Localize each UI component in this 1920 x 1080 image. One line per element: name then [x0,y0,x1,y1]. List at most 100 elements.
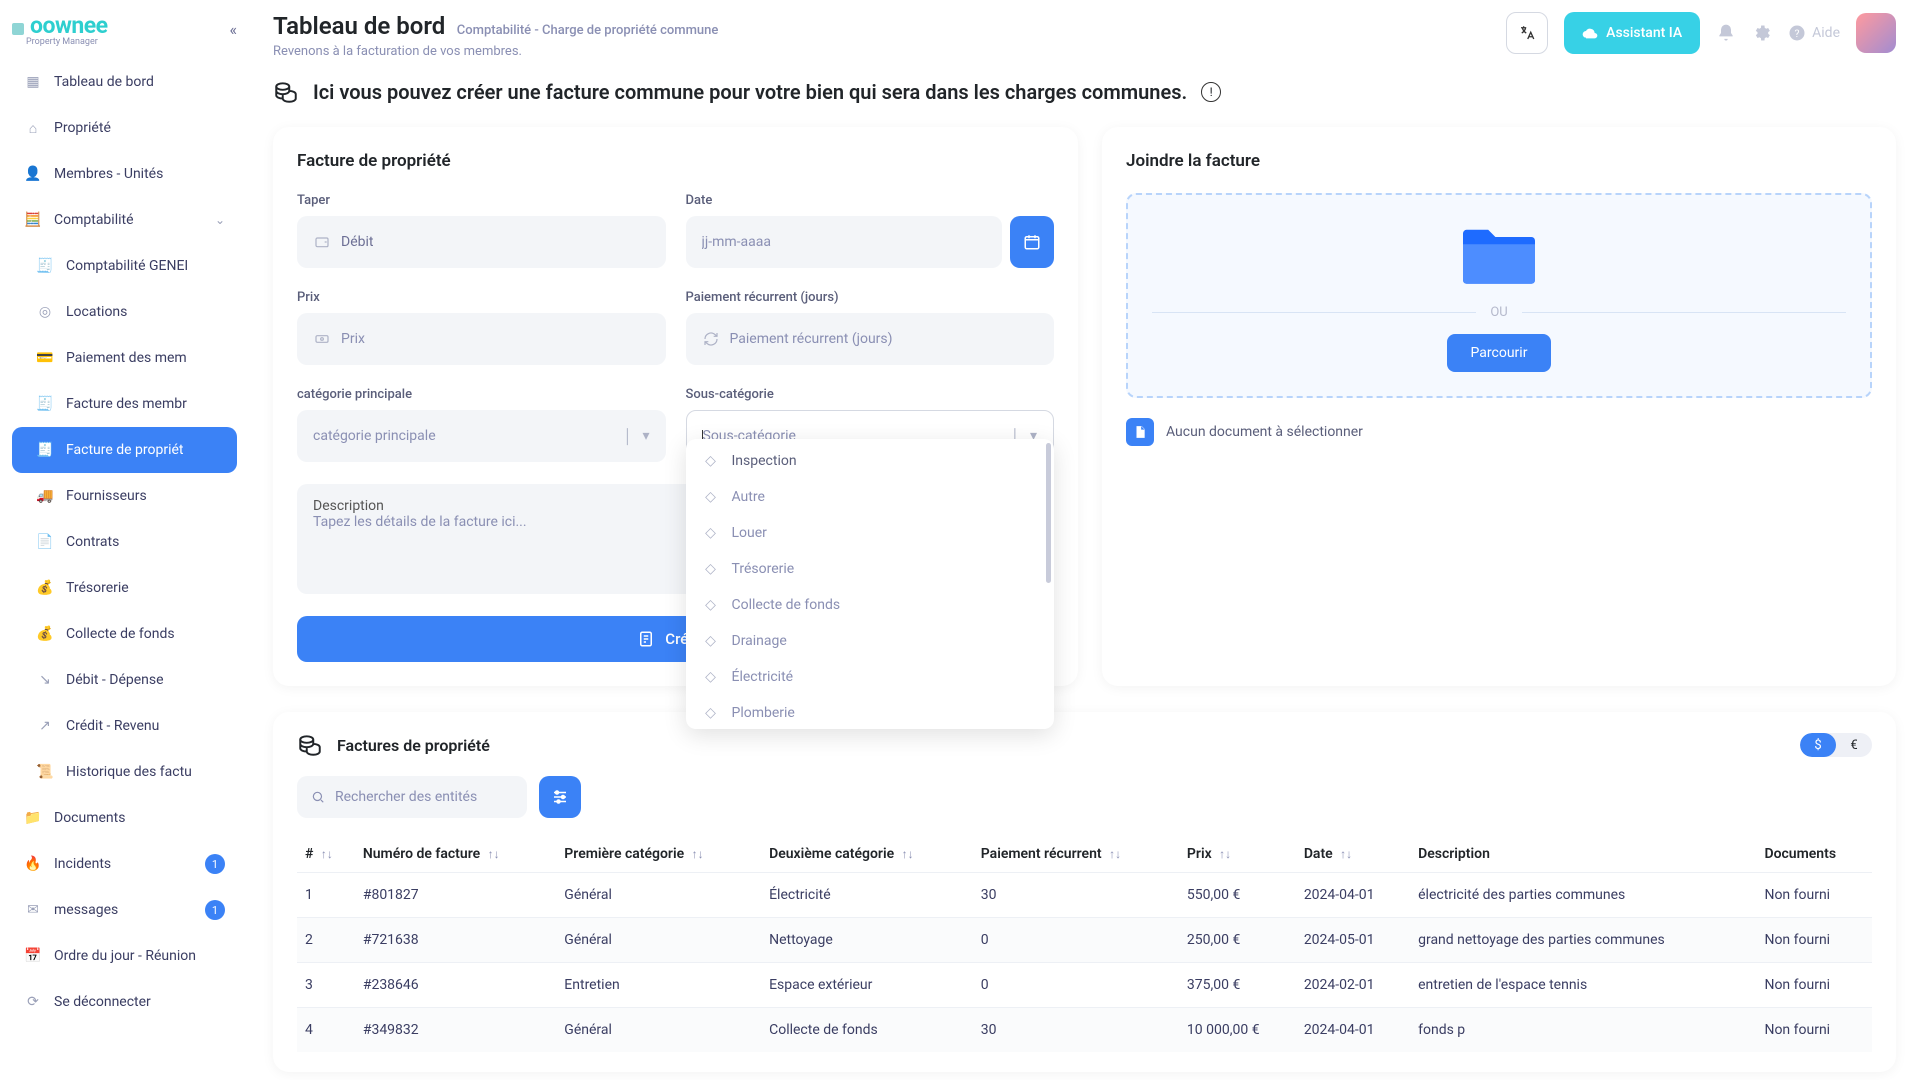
sidebar-item-membres-unit-s[interactable]: 👤Membres - Unités [12,151,237,197]
wallet-icon [313,234,331,250]
table-row[interactable]: 3#238646EntretienEspace extérieur0375,00… [297,963,1872,1008]
table-row[interactable]: 1#801827GénéralÉlectricité30550,00 €2024… [297,873,1872,918]
recurring-input[interactable] [686,313,1055,365]
sidebar-item-fournisseurs[interactable]: 🚚Fournisseurs [12,473,237,519]
type-label: Taper [297,193,666,208]
calendar-icon [1023,233,1041,251]
nav-icon: ↗ [36,717,54,735]
sidebar-item-locations[interactable]: ◎Locations [12,289,237,335]
sidebar-item-label: Trésorerie [66,580,225,596]
sidebar-item-label: Contrats [66,534,225,550]
nav-icon: ⟳ [24,993,42,1011]
column-header[interactable]: Première catégorie ↑↓ [556,836,761,873]
assistant-ai-button[interactable]: Assistant IA [1564,12,1700,54]
sidebar-item-propri-t-[interactable]: ⌂Propriété [12,105,237,151]
type-select[interactable]: Débit [297,216,666,268]
filter-button[interactable] [539,776,581,818]
table-title: Factures de propriété [337,736,490,755]
search-input[interactable] [297,776,527,818]
date-picker-button[interactable] [1010,216,1054,268]
cell: #238646 [355,963,556,1008]
option-label: Drainage [732,633,787,649]
date-input[interactable] [686,216,1003,268]
nav-icon: 🧾 [36,441,54,459]
sidebar-item-d-bit-d-pense[interactable]: ↘Débit - Dépense [12,657,237,703]
currency-usd[interactable]: $ [1800,733,1836,757]
main-category-select[interactable]: catégorie principale │ ▾ [297,410,666,462]
dropdown-option[interactable]: ◇Collecte de fonds [686,587,1055,623]
dropdown-option[interactable]: ◇Louer [686,515,1055,551]
page-header: Tableau de bord Comptabilité - Charge de… [273,0,1896,59]
sidebar-item-comptabilit-[interactable]: 🧮Comptabilité⌄ [12,197,237,243]
sidebar-item-historique-des-factu[interactable]: 📜Historique des factu [12,749,237,795]
sidebar-item-tr-sorerie[interactable]: 💰Trésorerie [12,565,237,611]
option-label: Plomberie [732,705,795,721]
translate-button[interactable] [1506,12,1548,54]
dropdown-scrollbar[interactable] [1046,443,1051,583]
invoice-form-card: Facture de propriété Taper Débit Date [273,127,1078,686]
table-row[interactable]: 2#721638GénéralNettoyage0250,00 €2024-05… [297,918,1872,963]
dropdown-option[interactable]: ◇Électricité [686,659,1055,695]
currency-eur[interactable]: € [1836,733,1872,757]
file-drop-zone[interactable]: OU Parcourir [1126,193,1872,398]
sidebar-item-messages[interactable]: ✉messages1 [12,887,237,933]
user-avatar[interactable] [1856,13,1896,53]
svg-text:?: ? [1795,27,1800,40]
dropdown-option[interactable]: ◇Drainage [686,623,1055,659]
cell: #801827 [355,873,556,918]
main-category-label: catégorie principale [297,387,666,402]
dropdown-option[interactable]: ◇ Plomberie [686,695,1055,729]
column-header[interactable]: Date ↑↓ [1296,836,1410,873]
help-link[interactable]: ? Aide [1788,24,1840,42]
option-icon: ◇ [702,705,720,721]
option-label: Collecte de fonds [732,597,841,613]
column-header[interactable]: Numéro de facture ↑↓ [355,836,556,873]
sidebar-item-cr-dit-revenu[interactable]: ↗Crédit - Revenu [12,703,237,749]
sidebar-item-documents[interactable]: 📁Documents [12,795,237,841]
cell: Non fourni [1756,1008,1872,1053]
sidebar-item-facture-des-membr[interactable]: 🧾Facture des membr [12,381,237,427]
cell: Nettoyage [761,918,973,963]
coins-icon [297,732,323,758]
column-header[interactable]: # ↑↓ [297,836,355,873]
sidebar-item-incidents[interactable]: 🔥Incidents1 [12,841,237,887]
sort-icon: ↑↓ [1109,847,1121,861]
column-header[interactable]: Documents [1756,836,1872,873]
column-header[interactable]: Prix ↑↓ [1179,836,1296,873]
sidebar-item-se-d-connecter[interactable]: ⟳Se déconnecter [12,979,237,1025]
sidebar-item-comptabilit-genei[interactable]: 🧾Comptabilité GENEI [12,243,237,289]
currency-toggle[interactable]: $ € [1800,733,1872,757]
info-icon[interactable]: ! [1201,82,1221,102]
notifications-icon[interactable] [1716,23,1736,43]
column-header[interactable]: Paiement récurrent ↑↓ [973,836,1179,873]
table-row[interactable]: 4#349832GénéralCollecte de fonds3010 000… [297,1008,1872,1053]
sidebar-item-tableau-de-bord[interactable]: ▦Tableau de bord [12,59,237,105]
cell: Entretien [556,963,761,1008]
browse-button[interactable]: Parcourir [1447,334,1552,372]
sidebar-item-facture-de-propri-t[interactable]: 🧾Facture de propriét [12,427,237,473]
dropdown-option[interactable]: ◇Inspection [686,443,1055,479]
nav-icon: 📁 [24,809,42,827]
column-header[interactable]: Description [1410,836,1756,873]
cell: 250,00 € [1179,918,1296,963]
dropdown-option[interactable]: ◇Autre [686,479,1055,515]
sidebar-item-collecte-de-fonds[interactable]: 💰Collecte de fonds [12,611,237,657]
option-label: Trésorerie [732,561,795,577]
sidebar-item-ordre-du-jour-r-union[interactable]: 📅Ordre du jour - Réunion [12,933,237,979]
sidebar-item-label: Ordre du jour - Réunion [54,948,225,964]
settings-icon[interactable] [1752,23,1772,43]
invoice-form-title: Facture de propriété [297,151,1054,171]
sidebar-item-label: Facture des membr [66,396,225,412]
nav-icon: 📄 [36,533,54,551]
nav-icon: 📜 [36,763,54,781]
sidebar-item-label: Incidents [54,856,193,872]
attach-invoice-card: Joindre la facture OU Parcourir Aucun do… [1102,127,1896,686]
sidebar-item-paiement-des-mem[interactable]: 💳Paiement des mem [12,335,237,381]
count-badge: 1 [205,854,225,874]
cell: Non fourni [1756,918,1872,963]
sidebar-item-contrats[interactable]: 📄 Contrats [12,519,237,565]
price-input[interactable] [297,313,666,365]
dropdown-option[interactable]: ◇Trésorerie [686,551,1055,587]
column-header[interactable]: Deuxième catégorie ↑↓ [761,836,973,873]
collapse-sidebar-icon[interactable]: « [229,20,237,39]
